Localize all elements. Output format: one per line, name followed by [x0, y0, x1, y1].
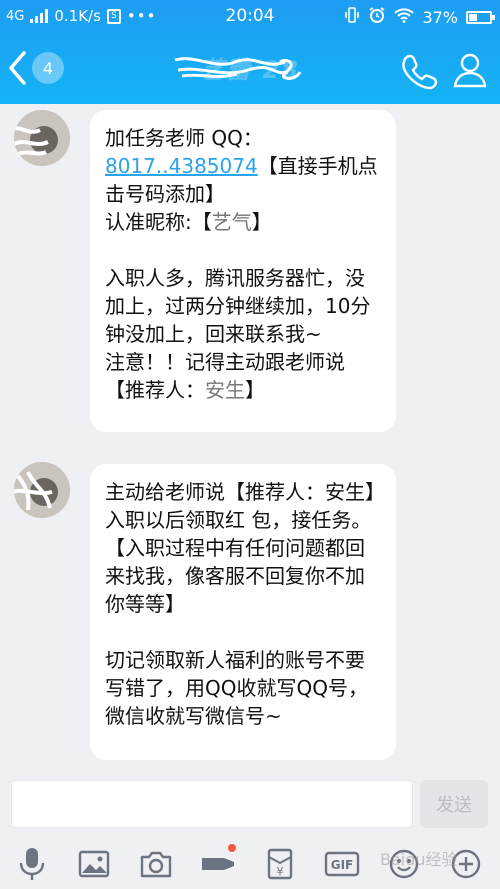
gif-icon: GIF — [324, 851, 360, 877]
qq-number-link[interactable]: 8017..4385074 — [105, 154, 258, 178]
chevron-left-icon — [9, 51, 26, 85]
voice-input-button[interactable] — [12, 844, 52, 884]
gif-button[interactable]: GIF — [322, 844, 362, 884]
message-bubble[interactable]: 主动给老师说【推荐人：安生】入职以后领取红 包，接任务。 【入职过程中有任何问题… — [90, 464, 396, 760]
message-text: 认准昵称:【 — [105, 210, 212, 234]
photo-button[interactable] — [74, 844, 114, 884]
message-text: 主动给老师说【推荐人：安生】入职以后领取红 包，接任务。 — [105, 480, 375, 532]
profile-button[interactable] — [450, 50, 490, 90]
battery-percent: 37% — [422, 7, 458, 27]
avatar[interactable] — [14, 110, 70, 166]
message-text: 加任务老师 QQ： — [105, 126, 263, 150]
message-text: 入职人多，腾讯服务器忙，没加上，过两分钟继续加，10分钟没加上，回来联系我~ — [105, 266, 371, 346]
camera-button[interactable] — [136, 844, 176, 884]
camera-icon — [140, 851, 172, 878]
battery-icon — [466, 10, 495, 24]
watermark: Baidu经验 — [380, 850, 458, 869]
unread-badge: 4 — [32, 52, 64, 84]
alarm-icon — [368, 6, 386, 28]
message-input[interactable] — [11, 780, 413, 828]
back-button[interactable]: 4 — [6, 48, 76, 88]
new-dot — [228, 844, 236, 852]
message-bubble[interactable]: 加任务老师 QQ： 8017..4385074【直接手机点击号码添加】 认准昵称… — [90, 110, 396, 432]
phone-icon — [402, 54, 438, 90]
red-packet-button[interactable]: ¥ — [260, 844, 300, 884]
app-header: 4G 0.1K/s S ••• 20:04 37% 4 艺蕾 28 — [0, 0, 500, 104]
voice-changer-icon — [202, 858, 234, 870]
obscured-referrer: 安生 — [205, 378, 245, 402]
call-button[interactable] — [398, 50, 438, 90]
message-text: 】 — [245, 378, 265, 402]
obscured-nickname: 艺气 — [211, 210, 252, 234]
image-icon — [78, 850, 110, 878]
message-text: 切记领取新人福利的账号不要写错了，用QQ收就写QQ号，微信收就写微信号~ — [105, 648, 368, 728]
wifi-icon — [394, 7, 415, 27]
contact-name[interactable]: 艺蕾 28 — [160, 50, 340, 84]
red-packet-icon: ¥ — [267, 848, 293, 880]
voice-changer-button[interactable] — [198, 844, 238, 884]
svg-text:GIF: GIF — [331, 858, 354, 872]
microphone-icon — [19, 848, 45, 880]
input-bar: 发送 — [0, 770, 500, 838]
svg-text:¥: ¥ — [277, 865, 284, 878]
send-button[interactable]: 发送 — [420, 780, 488, 828]
message-text: 】 — [251, 210, 272, 234]
title-bar: 4 艺蕾 28 — [0, 34, 500, 104]
name-scribble — [174, 57, 302, 80]
person-icon — [453, 53, 487, 88]
avatar[interactable] — [14, 462, 70, 518]
status-bar: 4G 0.1K/s S ••• 20:04 37% — [0, 0, 500, 34]
vibrate-icon — [344, 7, 360, 27]
message-text: 【入职过程中有任何问题都回来找我，像客服不回复你不加你等等】 — [105, 536, 365, 616]
